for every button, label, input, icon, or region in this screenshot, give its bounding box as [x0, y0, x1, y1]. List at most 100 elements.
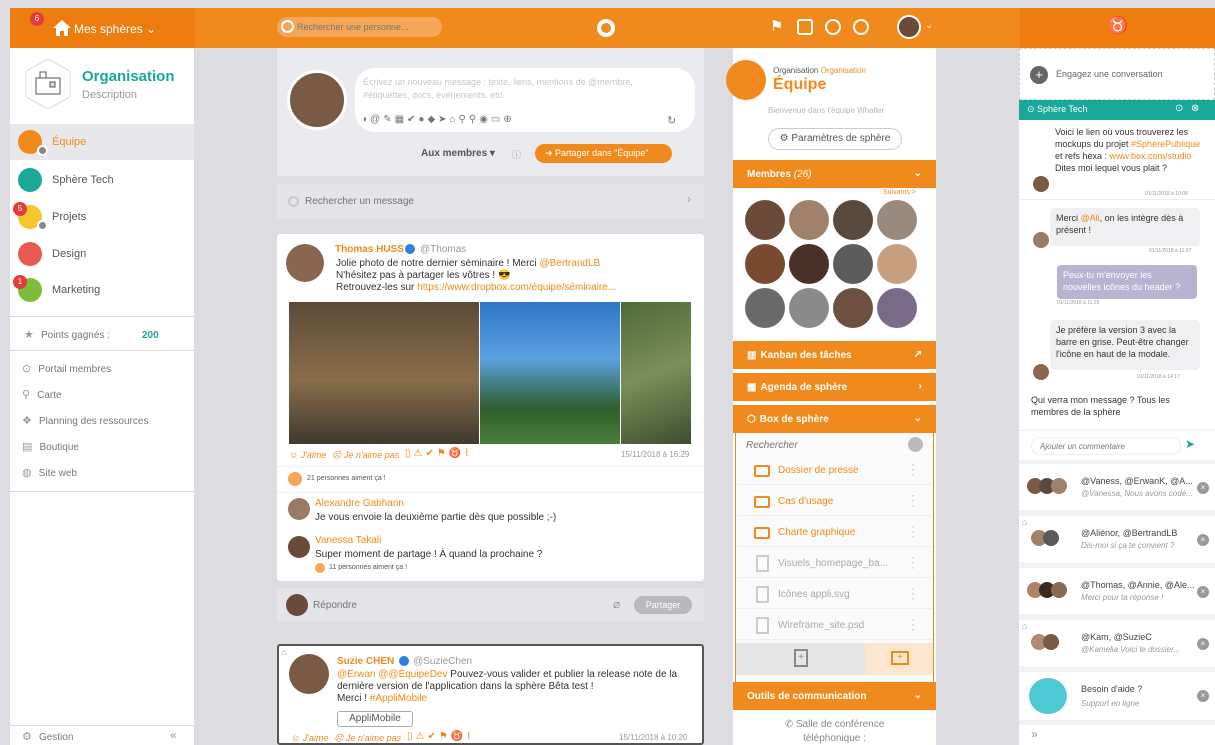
more-icon[interactable]: ⋮ — [906, 492, 920, 509]
hashtag-link[interactable]: #SphèrePublique — [1131, 139, 1200, 149]
like-button[interactable]: ☺ J'aime — [289, 450, 326, 460]
hashtag-link[interactable]: #AppliMobile — [370, 693, 427, 704]
member-avatar[interactable] — [789, 244, 829, 284]
chevron-right-icon[interactable]: › — [687, 192, 691, 206]
start-conversation[interactable]: + Engagez une conversation — [1019, 48, 1215, 100]
more-icon[interactable]: ⋮ — [906, 585, 920, 602]
message-search-input[interactable] — [305, 193, 665, 209]
folder-row[interactable]: Charte graphique ⋮ — [738, 519, 933, 547]
org-link[interactable]: Organisation — [821, 66, 866, 75]
chat-comment-input[interactable] — [1031, 437, 1181, 455]
comment-avatar[interactable] — [288, 498, 310, 520]
folder-row[interactable]: Cas d'usage ⋮ — [738, 488, 933, 516]
sidebar-item-projets[interactable]: 5 Projets — [10, 199, 194, 235]
people-search-input[interactable] — [297, 20, 437, 34]
send-icon[interactable]: ➤ — [1185, 437, 1195, 451]
reply-share-button[interactable]: Partager — [634, 596, 692, 614]
conversation-item[interactable]: ⌂ @Kam, @SuzieC @Kamelia Voici le dossie… — [1019, 620, 1215, 666]
mention-link[interactable]: @Erwan @@ÉquipeDev — [337, 669, 448, 680]
audience-select[interactable]: Aux membres ▾ — [421, 148, 495, 159]
notification-icon[interactable]: ♉ — [1107, 16, 1128, 36]
sphere-settings-button[interactable]: ⚙ Paramètres de sphère — [768, 128, 902, 150]
home-icon[interactable] — [52, 19, 72, 37]
file-row[interactable]: Icônes appli.svg ⋮ — [738, 581, 933, 609]
dislike-button[interactable]: ☹ Je n'aime pas — [332, 450, 399, 461]
close-icon[interactable]: × — [1197, 586, 1209, 598]
smiley-icon[interactable] — [853, 19, 869, 35]
user-avatar[interactable] — [897, 15, 921, 39]
add-folder-button[interactable]: + — [865, 643, 933, 675]
help-icon[interactable]: ⓘ — [512, 148, 521, 161]
member-avatar[interactable] — [745, 200, 785, 240]
member-avatar[interactable] — [789, 200, 829, 240]
post-action-icons[interactable]: ▯⚠✔⚑♉⌇ — [405, 448, 472, 459]
dislike-button[interactable]: ☹ Je n'aime pas — [334, 733, 401, 744]
box-header[interactable]: ⬡ Box de sphère ⌄ — [733, 405, 936, 433]
photo-1[interactable] — [289, 302, 479, 444]
post-tag[interactable]: AppliMobile — [337, 711, 413, 727]
file-row[interactable]: Visuels_homepage_ba... ⋮ — [738, 550, 933, 578]
flag-icon[interactable]: ⚑ — [770, 17, 783, 35]
agenda-header[interactable]: ▦ Agenda de sphère › — [733, 373, 936, 401]
comment-likes[interactable]: 11 personnes aiment ça ! — [329, 564, 407, 571]
member-avatar[interactable] — [745, 288, 785, 328]
kanban-header[interactable]: ▥ Kanban des tâches ↗ — [733, 341, 936, 369]
box-search-input[interactable] — [746, 437, 896, 453]
photo-2[interactable] — [480, 302, 620, 444]
sidebar-link-site-web[interactable]: ◍ Site web — [22, 466, 192, 482]
composer-toolbar-icons[interactable]: ◑@✎▦✔●◆➤⌂⚲⚲◉▭⊕ — [361, 114, 515, 125]
comment-author[interactable]: Alexandre Gabhann — [315, 498, 404, 509]
mention-link[interactable]: @Ali — [1081, 213, 1100, 223]
folder-row[interactable]: Dossier de presse ⋮ — [738, 457, 933, 485]
sidebar-item-design[interactable]: Design — [10, 236, 194, 272]
search-icon[interactable] — [908, 437, 923, 452]
close-icon[interactable]: ⊗ — [1191, 103, 1199, 114]
more-icon[interactable]: ⋮ — [906, 616, 920, 633]
post-author[interactable]: Thomas HUSS — [335, 244, 404, 255]
attach-icon[interactable]: ⌀ — [613, 597, 620, 611]
reply-input[interactable] — [313, 597, 603, 613]
sidebar-link-portail[interactable]: ⊙ Portail membres — [22, 362, 192, 378]
sidebar-link-planning[interactable]: ❖ Planning des ressources — [22, 414, 192, 430]
member-avatar[interactable] — [833, 200, 873, 240]
file-row[interactable]: Wireframe_site.psd ⋮ — [738, 612, 933, 640]
photo-3[interactable] — [621, 302, 691, 444]
more-icon[interactable]: ⋮ — [906, 461, 920, 478]
post-action-icons[interactable]: ▯⚠✔⚑♉⌇ — [407, 731, 474, 742]
member-avatar[interactable] — [745, 244, 785, 284]
close-icon[interactable]: × — [1197, 690, 1209, 702]
close-icon[interactable]: × — [1197, 638, 1209, 650]
conversation-item[interactable]: @Vaness, @ErwanK, @A... @Vanessa, Nous a… — [1019, 464, 1215, 510]
more-icon[interactable]: ⋮ — [906, 523, 920, 540]
member-avatar[interactable] — [877, 288, 917, 328]
post-link[interactable]: https://www.dropbox.com/équipe/séminaire… — [417, 282, 616, 293]
sidebar-link-boutique[interactable]: ▤ Boutique — [22, 440, 192, 456]
members-header[interactable]: Membres (26) ⌄ — [733, 160, 936, 188]
avatar-chevron-icon[interactable]: ⌄ — [925, 20, 933, 31]
people-search[interactable] — [277, 17, 442, 37]
more-icon[interactable]: ⋮ — [906, 554, 920, 571]
comm-header[interactable]: Outils de communication ⌄ — [733, 682, 936, 710]
member-avatar[interactable] — [833, 288, 873, 328]
expand-icon[interactable]: » — [1031, 727, 1038, 741]
member-avatar[interactable] — [877, 244, 917, 284]
chat-header[interactable]: ⊙ Sphère Tech ⊙ ⊗ — [1019, 100, 1215, 120]
post-author-avatar[interactable] — [289, 654, 329, 694]
mention-link[interactable]: @BertrandLB — [539, 258, 600, 269]
sidebar-item-equipe[interactable]: Équipe — [10, 124, 194, 160]
sidebar-link-carte[interactable]: ⚲ Carte — [22, 388, 192, 404]
message-link[interactable]: www.box.com/studio — [1110, 151, 1192, 161]
my-spheres-menu[interactable]: Mes sphères ⌄ — [74, 22, 156, 36]
close-icon[interactable]: × — [1197, 534, 1209, 546]
collapse-icon[interactable]: « — [170, 728, 177, 742]
sidebar-item-marketing[interactable]: 1 Marketing — [10, 272, 194, 308]
logo-icon[interactable] — [597, 19, 615, 37]
add-member-icon[interactable] — [825, 19, 841, 35]
conversation-item[interactable]: ⌂ @Aliénor, @BertrandLB Dis-moi si ça te… — [1019, 516, 1215, 562]
like-button[interactable]: ☺ J'aime — [291, 733, 328, 743]
member-avatar[interactable] — [833, 244, 873, 284]
message-search-bar[interactable]: › — [277, 184, 704, 218]
gestion-link[interactable]: ⚙ Gestion — [22, 730, 162, 744]
comment-avatar[interactable] — [288, 536, 310, 558]
add-file-button[interactable]: + — [736, 643, 865, 675]
